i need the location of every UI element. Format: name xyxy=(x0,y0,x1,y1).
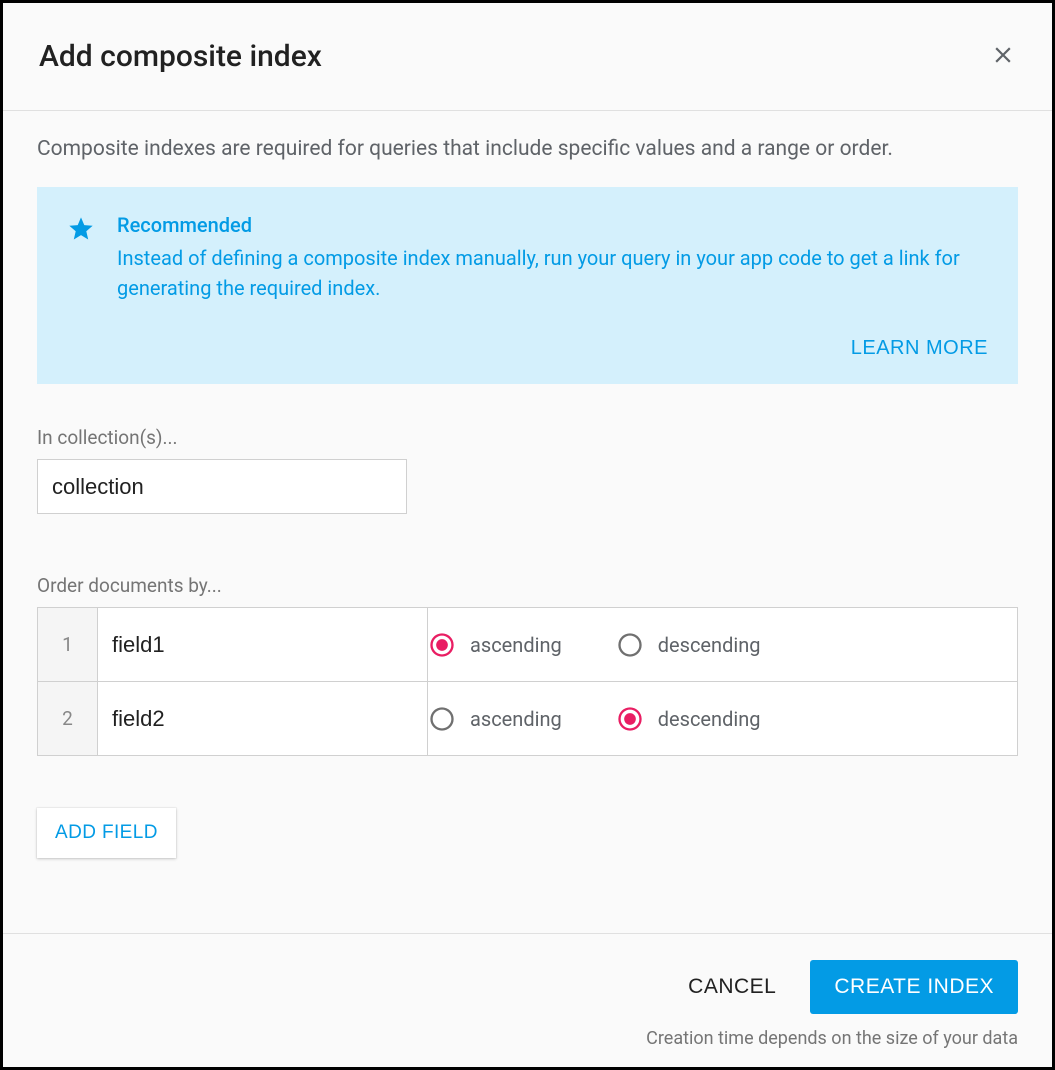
ascending-radio[interactable]: ascending xyxy=(428,631,562,659)
dialog-title: Add composite index xyxy=(39,39,322,74)
ascending-radio[interactable]: ascending xyxy=(428,705,562,733)
dialog-body: Composite indexes are required for queri… xyxy=(3,111,1052,933)
add-field-button[interactable]: ADD FIELD xyxy=(37,808,176,858)
dialog-description: Composite indexes are required for queri… xyxy=(37,137,1018,161)
dialog-header: Add composite index xyxy=(3,3,1052,111)
callout-title: Recommended xyxy=(117,213,988,237)
learn-more-button[interactable]: LEARN MORE xyxy=(851,337,988,360)
create-index-button[interactable]: CREATE INDEX xyxy=(810,960,1018,1014)
descending-radio[interactable]: descending xyxy=(616,631,761,659)
descending-radio[interactable]: descending xyxy=(616,705,761,733)
collection-input[interactable] xyxy=(37,459,407,514)
radio-checked-icon xyxy=(428,631,456,659)
radio-unchecked-icon xyxy=(428,705,456,733)
footer-note: Creation time depends on the size of you… xyxy=(646,1028,1018,1049)
fields-table: 1 ascending descending xyxy=(37,607,1018,756)
star-icon xyxy=(67,213,95,303)
field-row: 1 ascending descending xyxy=(38,608,1018,682)
field-index: 1 xyxy=(38,608,98,682)
radio-checked-icon xyxy=(616,705,644,733)
radio-unchecked-icon xyxy=(616,631,644,659)
collection-label: In collection(s)... xyxy=(37,426,1018,449)
field-index: 2 xyxy=(38,682,98,756)
callout-body: Instead of defining a composite index ma… xyxy=(117,243,988,303)
field-row: 2 ascending descending xyxy=(38,682,1018,756)
field-name-input[interactable] xyxy=(98,608,427,681)
close-icon[interactable] xyxy=(990,42,1016,72)
cancel-button[interactable]: CANCEL xyxy=(688,975,776,999)
radio-label: ascending xyxy=(470,707,562,731)
dialog-footer: CANCEL CREATE INDEX Creation time depend… xyxy=(3,933,1052,1067)
field-name-input[interactable] xyxy=(98,682,427,755)
radio-label: descending xyxy=(658,707,761,731)
radio-label: ascending xyxy=(470,633,562,657)
order-label: Order documents by... xyxy=(37,574,1018,597)
recommendation-callout: Recommended Instead of defining a compos… xyxy=(37,187,1018,384)
radio-label: descending xyxy=(658,633,761,657)
